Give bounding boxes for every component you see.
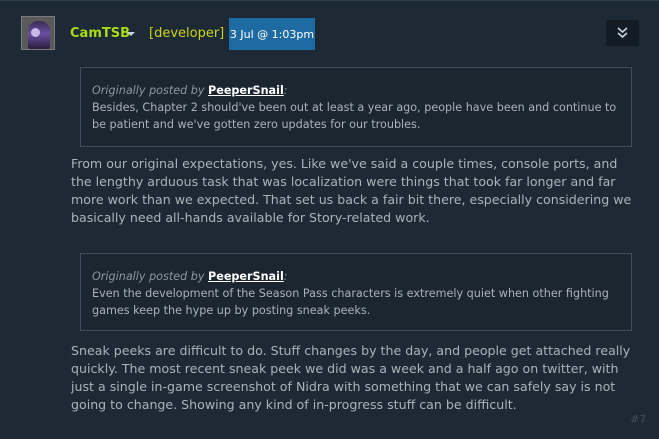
quote-text: Besides, Chapter 2 should've been out at… xyxy=(92,101,617,131)
author-avatar[interactable] xyxy=(21,16,55,50)
author-role-badge: [developer] xyxy=(149,26,225,41)
reply-paragraph: Sneak peeks are difficult to do. Stuff c… xyxy=(71,343,631,412)
quote-header: Originally posted by PeeperSnail: xyxy=(92,82,621,99)
forum-post: CamTSB [developer] 3 Jul @ 1:03pm Origin… xyxy=(0,0,659,439)
post-options-button[interactable] xyxy=(606,20,639,46)
post-number[interactable]: #7 xyxy=(630,413,646,426)
quote-author-link[interactable]: PeeperSnail xyxy=(208,84,284,97)
quote-suffix: : xyxy=(283,270,288,283)
quote-block: Originally posted by PeeperSnail: Beside… xyxy=(80,67,632,147)
quote-suffix: : xyxy=(283,84,288,97)
quote-block: Originally posted by PeeperSnail: Even t… xyxy=(80,253,632,331)
quote-header: Originally posted by PeeperSnail: xyxy=(92,268,621,285)
avatar-face xyxy=(31,28,40,37)
chevron-down-icon[interactable] xyxy=(127,32,135,36)
quote-text: Even the development of the Season Pass … xyxy=(92,287,609,317)
author-name[interactable]: CamTSB xyxy=(70,26,130,41)
quote-author-link[interactable]: PeeperSnail xyxy=(208,270,284,283)
reply-paragraph: From our original expectations, yes. Lik… xyxy=(71,156,632,225)
quote-prefix: Originally posted by xyxy=(92,270,209,283)
quote-prefix: Originally posted by xyxy=(92,84,209,97)
double-chevron-down-icon xyxy=(617,27,628,39)
post-timestamp[interactable]: 3 Jul @ 1:03pm xyxy=(229,18,315,50)
